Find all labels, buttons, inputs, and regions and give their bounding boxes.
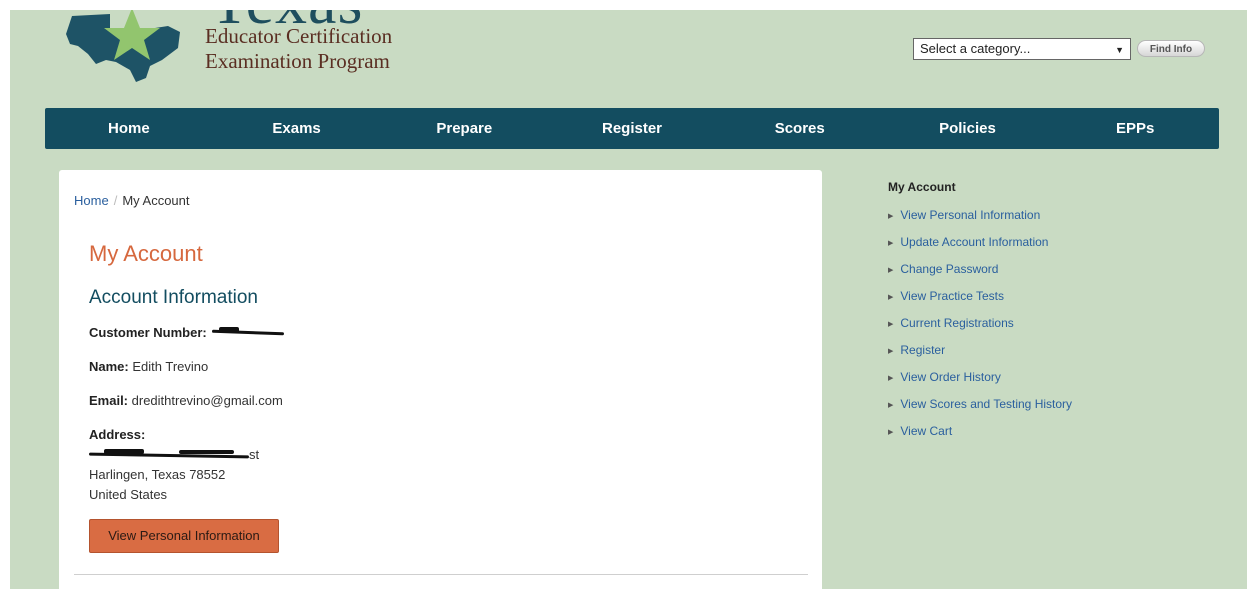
texas-logo-icon[interactable] [50, 10, 200, 84]
sidebar-item-view-personal-information[interactable]: ▶ View Personal Information [888, 208, 1188, 235]
address-line-2: Harlingen, Texas 78552 [89, 467, 226, 482]
name-field: Name: Edith Trevino [89, 359, 208, 374]
customer-number-label: Customer Number: [89, 325, 207, 340]
page: Texas Educator Certification Examination… [10, 10, 1247, 589]
bullet-triangle-icon: ▶ [888, 348, 894, 355]
address-label: Address: [89, 427, 146, 442]
dropdown-arrow-icon: ▼ [1115, 45, 1124, 55]
account-sidebar: My Account ▶ View Personal Information ▶ U… [888, 180, 1188, 451]
logo-subtitle-line1: Educator Certification [205, 24, 393, 48]
sidebar-item-register[interactable]: ▶ Register [888, 343, 1188, 370]
bullet-triangle-icon: ▶ [888, 213, 894, 220]
nav-policies[interactable]: Policies [884, 108, 1052, 149]
nav-prepare[interactable]: Prepare [380, 108, 548, 149]
bullet-triangle-icon: ▶ [888, 294, 894, 301]
redaction-scribble [179, 450, 234, 454]
sidebar-item-label: Change Password [900, 262, 999, 276]
sidebar-item-label: Register [900, 343, 946, 357]
nav-home[interactable]: Home [45, 108, 213, 149]
address-field: Address: [89, 427, 145, 442]
section-title: Account Information [89, 287, 258, 308]
name-value: Edith Trevino [132, 359, 209, 374]
sidebar-item-label: View Cart [900, 424, 953, 438]
bullet-triangle-icon: ▶ [888, 402, 894, 409]
breadcrumb-home-link[interactable]: Home [74, 193, 109, 208]
sidebar-item-label: View Personal Information [900, 208, 1041, 222]
page-title: My Account [89, 241, 203, 266]
sidebar-item-view-scores-testing-history[interactable]: ▶ View Scores and Testing History [888, 397, 1188, 424]
main-nav: Home Exams Prepare Register Scores Polic… [45, 108, 1219, 149]
category-select[interactable]: Select a category... ▼ [913, 38, 1131, 60]
name-label: Name: [89, 359, 129, 374]
bullet-triangle-icon: ▶ [888, 321, 894, 328]
nav-epps[interactable]: EPPs [1051, 108, 1219, 149]
email-value: dredithtrevino@gmail.com [131, 393, 283, 408]
nav-register[interactable]: Register [548, 108, 716, 149]
address-line-3: United States [89, 487, 168, 502]
sidebar-item-change-password[interactable]: ▶ Change Password [888, 262, 1188, 289]
sidebar-item-label: View Order History [900, 370, 1001, 384]
sidebar-item-label: View Scores and Testing History [900, 397, 1073, 411]
redaction-scribble [219, 327, 239, 333]
nav-scores[interactable]: Scores [716, 108, 884, 149]
account-card: Home / My Account My Account Account Infor… [59, 170, 822, 589]
breadcrumb-current: My Account [122, 193, 190, 208]
sidebar-item-label: View Practice Tests [900, 289, 1004, 303]
sidebar-item-label: Update Account Information [900, 235, 1049, 249]
bullet-triangle-icon: ▶ [888, 240, 894, 247]
nav-exams[interactable]: Exams [213, 108, 381, 149]
sidebar-item-label: Current Registrations [900, 316, 1014, 330]
sidebar-item-view-practice-tests[interactable]: ▶ View Practice Tests [888, 289, 1188, 316]
breadcrumb: Home / My Account [74, 193, 190, 208]
logo-subtitle: Educator Certification Examination Progr… [205, 24, 392, 74]
bullet-triangle-icon: ▶ [888, 267, 894, 274]
sidebar-heading: My Account [888, 180, 956, 194]
view-personal-information-button[interactable]: View Personal Information [89, 519, 279, 553]
find-info-button[interactable]: Find Info [1137, 40, 1205, 57]
breadcrumb-separator: / [113, 193, 118, 208]
sidebar-item-current-registrations[interactable]: ▶ Current Registrations [888, 316, 1188, 343]
sidebar-item-view-cart[interactable]: ▶ View Cart [888, 424, 1188, 451]
sidebar-item-update-account-information[interactable]: ▶ Update Account Information [888, 235, 1188, 262]
sidebar-menu: ▶ View Personal Information ▶ Update Accou… [888, 208, 1188, 451]
email-field: Email: dredithtrevino@gmail.com [89, 393, 283, 408]
redaction-scribble [104, 449, 144, 454]
category-select-value: Select a category... [920, 41, 1031, 56]
email-label: Email: [89, 393, 129, 408]
customer-number-field: Customer Number: [89, 325, 207, 340]
divider [74, 574, 808, 575]
logo-subtitle-line2: Examination Program [205, 49, 390, 73]
sidebar-item-view-order-history[interactable]: ▶ View Order History [888, 370, 1188, 397]
bullet-triangle-icon: ▶ [888, 375, 894, 382]
address-line-1: st [249, 447, 260, 462]
bullet-triangle-icon: ▶ [888, 429, 894, 436]
